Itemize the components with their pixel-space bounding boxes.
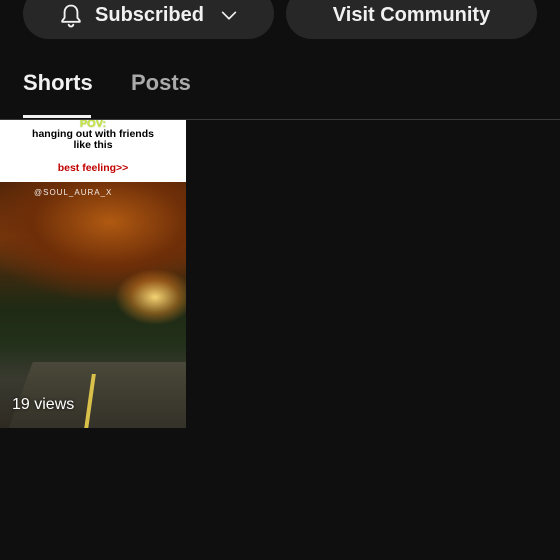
thumbnail-road	[7, 362, 186, 428]
active-tab-indicator	[23, 115, 91, 118]
view-count: 19 views	[12, 396, 75, 413]
overlay-caption: hanging out with friends like this	[0, 129, 186, 151]
tab-shorts-label: Shorts	[23, 70, 93, 95]
overlay-caption-line2: like this	[73, 139, 113, 151]
overlay-highlight-text: best feeling>>	[57, 162, 129, 174]
chevron-down-icon	[221, 11, 237, 20]
visit-community-button[interactable]: Visit Community	[286, 0, 537, 39]
subscribed-label: Subscribed	[95, 4, 204, 26]
visit-community-label: Visit Community	[332, 4, 491, 26]
tab-posts[interactable]: Posts	[131, 70, 191, 96]
thumbnail-caption-area: POV: hanging out with friends like this …	[0, 120, 186, 182]
tab-shorts[interactable]: Shorts	[23, 70, 93, 96]
thumbnail-image: @SOUL_AURA_X	[0, 182, 186, 428]
bell-icon	[61, 4, 81, 27]
short-video-card[interactable]: POV: hanging out with friends like this …	[0, 120, 186, 428]
tab-posts-label: Posts	[131, 70, 191, 95]
thumbnail-watermark: @SOUL_AURA_X	[34, 188, 113, 197]
subscribed-button[interactable]: Subscribed	[23, 0, 274, 39]
